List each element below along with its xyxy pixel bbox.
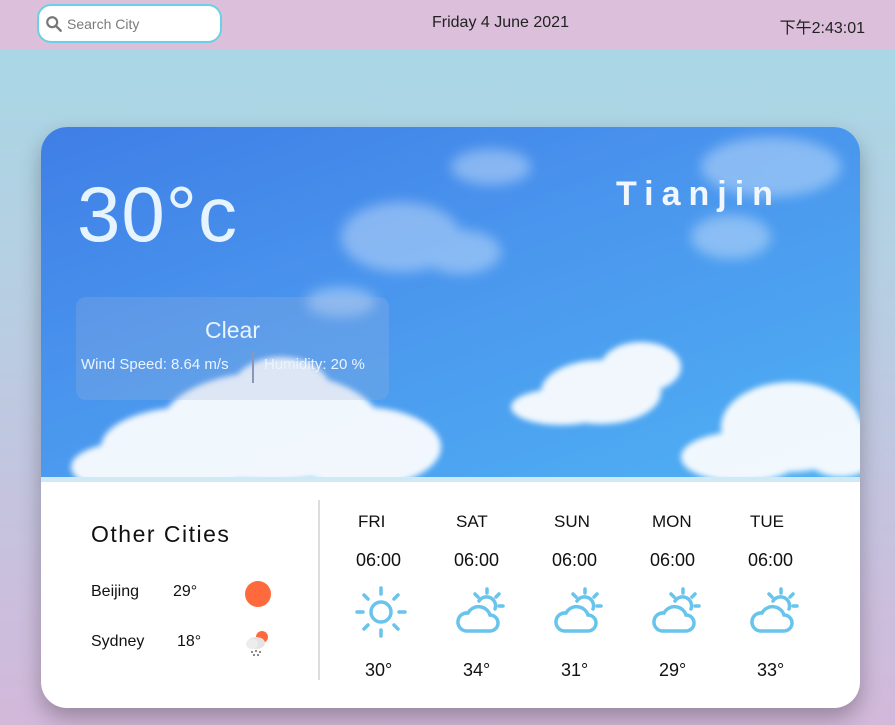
- forecast-time: 06:00: [552, 550, 598, 570]
- forecast-day-label: SUN: [554, 512, 590, 531]
- conditions-divider: [252, 352, 254, 383]
- forecast-day: MON 06:00 29°: [635, 497, 725, 697]
- partly-cloudy-icon: [456, 587, 505, 633]
- other-cities-title: Other Cities: [91, 521, 231, 547]
- current-temperature: 30°c: [77, 170, 238, 258]
- other-city-temp: 29°: [173, 583, 198, 600]
- weather-card: 30°c Tianjin Clear Wind Speed: 8.64 m/s …: [41, 127, 860, 708]
- forecast-temp: 29°: [659, 660, 687, 680]
- current-weather-panel: 30°c Tianjin Clear Wind Speed: 8.64 m/s …: [41, 127, 860, 477]
- forecast-day: TUE 06:00 33°: [733, 497, 823, 697]
- search-box[interactable]: [37, 4, 222, 43]
- forecast-time: 06:00: [356, 550, 402, 570]
- sun-icon: [355, 586, 407, 638]
- forecast-temp: 31°: [561, 660, 589, 680]
- forecast-time: 06:00: [454, 550, 500, 570]
- forecast-temp: 33°: [757, 660, 785, 680]
- other-city-temp: 18°: [177, 633, 202, 650]
- sun-icon: [245, 581, 271, 607]
- forecast-temp: 30°: [365, 660, 393, 680]
- forecast-time: 06:00: [650, 550, 696, 570]
- partly-cloudy-icon: [750, 587, 799, 633]
- forecast-day: FRI 06:00 30°: [341, 497, 431, 697]
- rain-icon: [246, 631, 268, 656]
- forecast-day: SAT 06:00 34°: [439, 497, 529, 697]
- partly-cloudy-icon: [554, 587, 603, 633]
- other-city-name: Beijing: [91, 583, 140, 600]
- forecast-temp: 34°: [463, 660, 491, 680]
- other-city-row: Beijing 29°: [91, 579, 291, 609]
- top-bar: Friday 4 June 2021 下午2:43:01: [0, 0, 895, 50]
- forecast-day-label: FRI: [358, 512, 386, 531]
- other-city-row: Sydney 18°: [91, 629, 291, 659]
- humidity: Humidity: 20 %: [264, 356, 365, 373]
- conditions-panel: Clear Wind Speed: 8.64 m/s Humidity: 20 …: [76, 297, 389, 400]
- current-date: Friday 4 June 2021: [432, 14, 569, 31]
- condition-label: Clear: [205, 317, 260, 343]
- search-icon: [46, 15, 62, 32]
- other-city-name: Sydney: [91, 633, 145, 650]
- forecast-time: 06:00: [748, 550, 794, 570]
- forecast-day-label: TUE: [750, 512, 784, 531]
- forecast-day-label: SAT: [456, 512, 488, 531]
- forecast-section: FRI 06:00 30° SAT 06:00 34° SUN 06:00 31…: [341, 497, 841, 697]
- section-divider: [318, 500, 320, 680]
- partly-cloudy-icon: [652, 587, 701, 633]
- city-name: Tianjin: [616, 175, 781, 213]
- wind-speed: Wind Speed: 8.64 m/s: [81, 356, 229, 373]
- forecast-day: SUN 06:00 31°: [537, 497, 627, 697]
- forecast-day-label: MON: [652, 512, 692, 531]
- current-time: 下午2:43:01: [779, 20, 865, 37]
- search-input[interactable]: [67, 15, 207, 32]
- other-cities-section: Other Cities Beijing 29° Sydney 18°: [41, 482, 319, 708]
